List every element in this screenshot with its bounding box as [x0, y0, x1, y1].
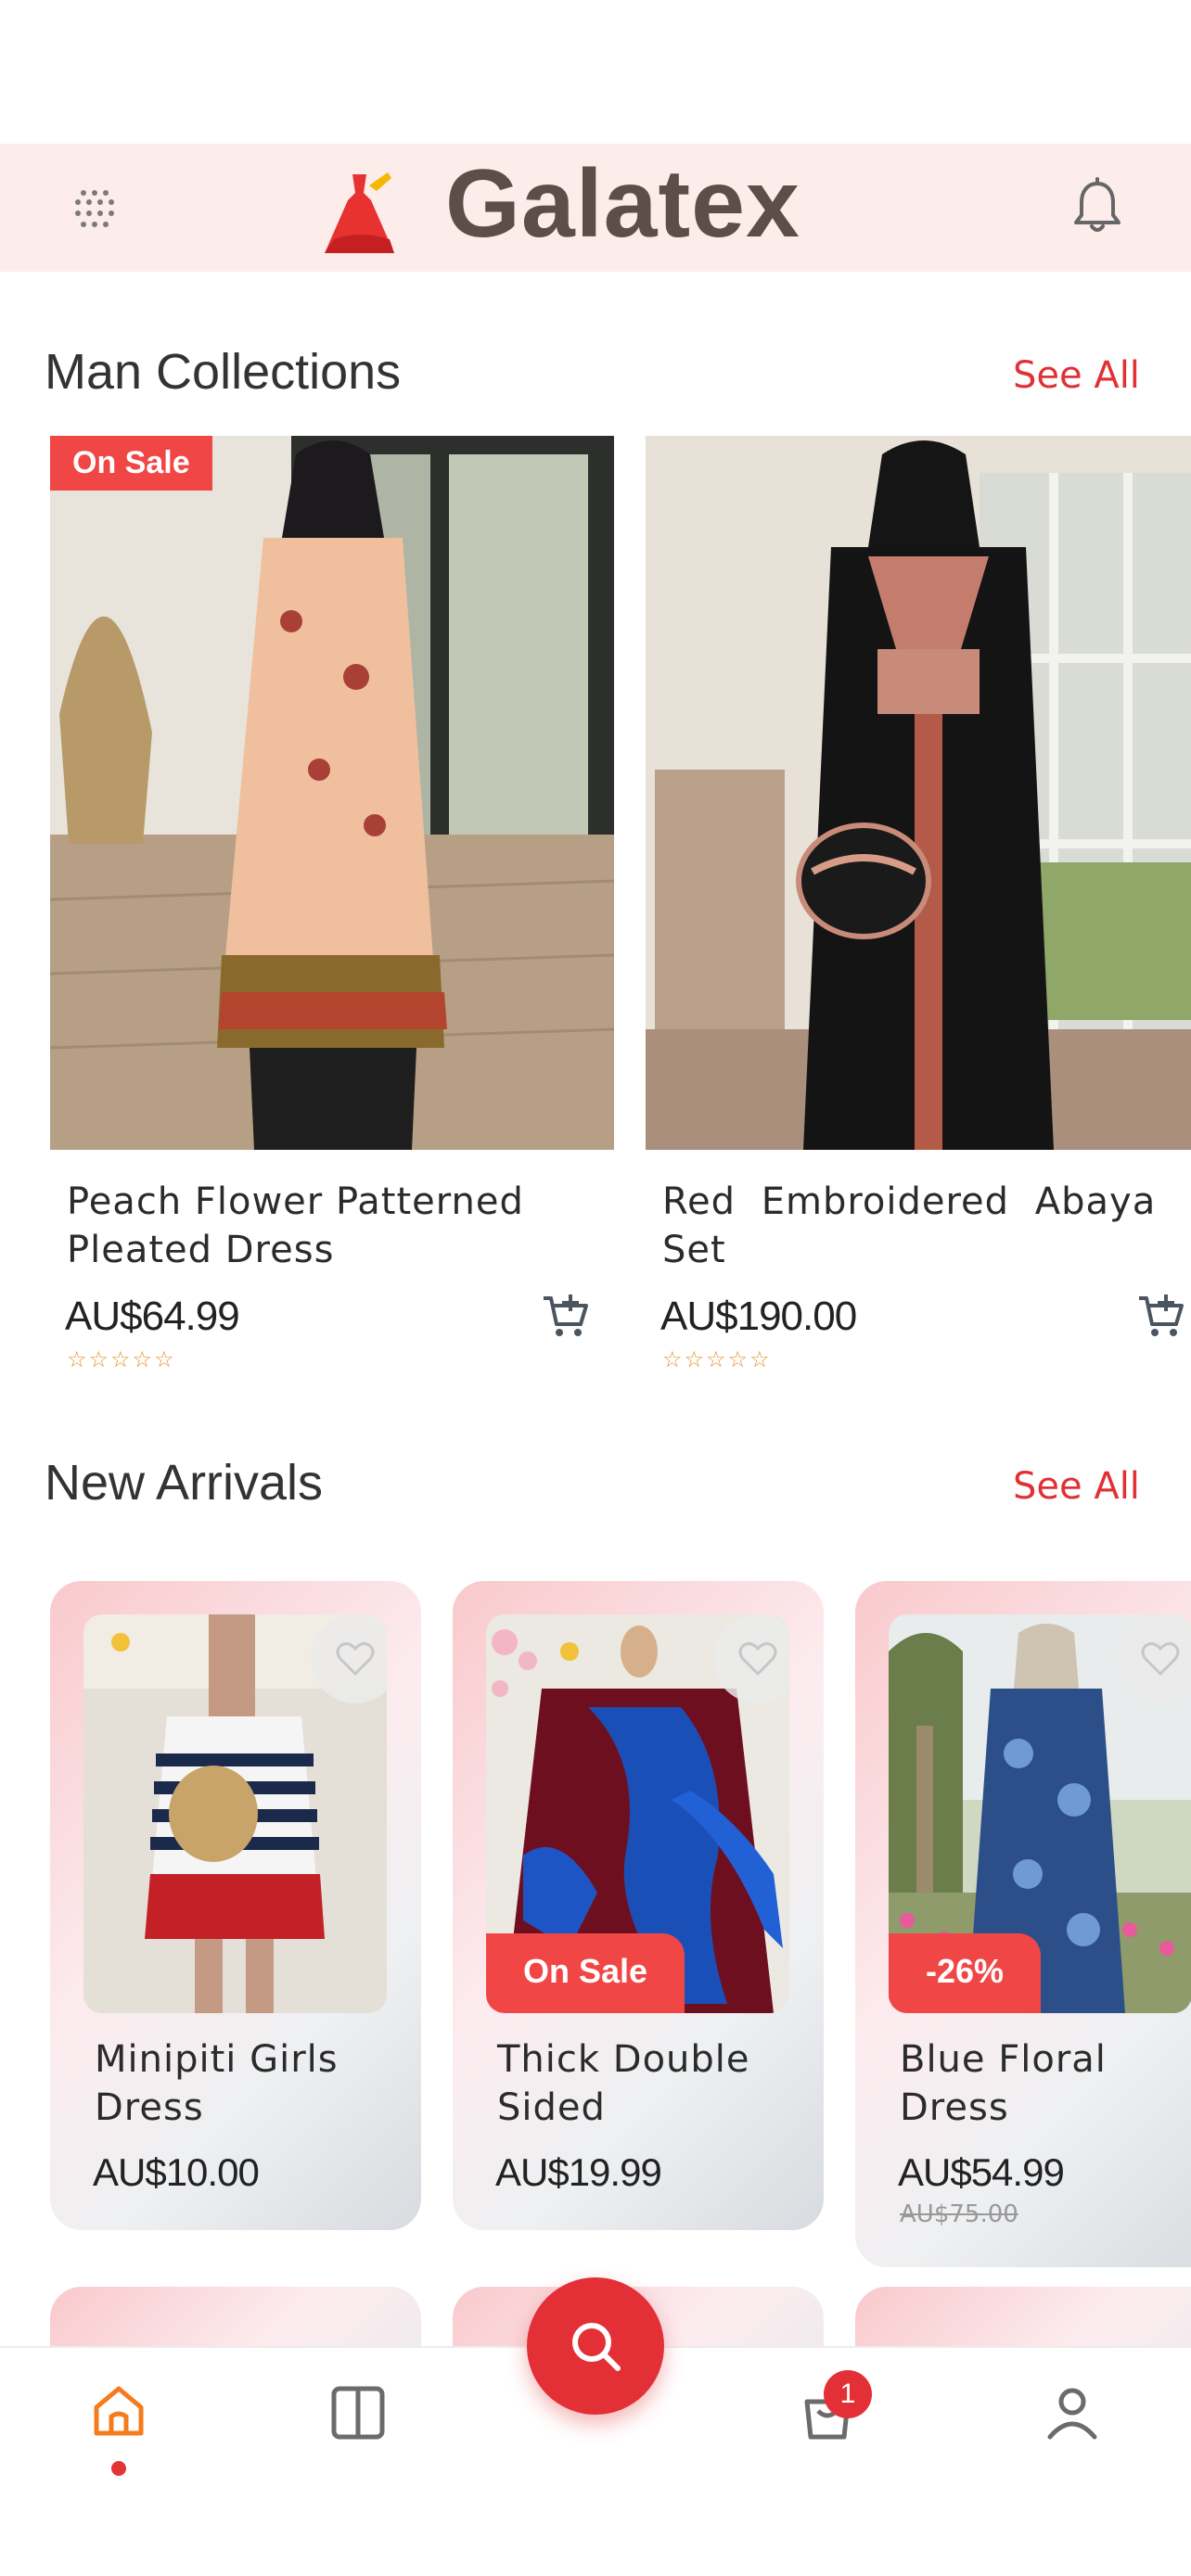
product-card[interactable]: On Sale [50, 436, 614, 1150]
heart-icon [738, 1642, 777, 1677]
profile-icon[interactable] [1043, 2383, 1102, 2442]
active-tab-indicator [111, 2461, 126, 2476]
product-name: Blue Floral Dress [900, 2038, 1107, 2129]
new-arrivals-title: New Arrivals [45, 1455, 324, 1511]
product-price: AU$64.99 [65, 1294, 240, 1339]
search-icon [572, 2323, 621, 2371]
rating-stars: ☆☆☆☆☆ [662, 1346, 772, 1372]
product-card[interactable]: On Sale Thick Double Sided AU$19.99 [453, 1581, 824, 2230]
product-image: On Sale [50, 436, 614, 1150]
notification-bell-icon[interactable] [1067, 176, 1128, 237]
product-old-price: AU$75.00 [900, 2200, 1018, 2228]
dress-logo-icon [325, 172, 394, 253]
cart-count-badge: 1 [824, 2370, 872, 2418]
menu-grid-icon[interactable] [67, 182, 122, 237]
product-name: Peach Flower Patterned Pleated Dress [67, 1180, 524, 1271]
catalog-icon[interactable] [328, 2383, 388, 2442]
heart-icon [1141, 1642, 1180, 1677]
product-image: On Sale [486, 1614, 789, 2013]
product-image [83, 1614, 387, 2013]
product-name: Thick Double Sided [497, 2038, 750, 2129]
product-card[interactable] [646, 436, 1191, 1150]
brand-title: Galatex [445, 150, 800, 258]
heart-icon [336, 1642, 375, 1677]
home-icon[interactable] [89, 2381, 148, 2441]
product-card[interactable]: Minipiti Girls Dress AU$10.00 [50, 1581, 421, 2230]
product-price: AU$190.00 [660, 1294, 857, 1339]
add-to-cart-icon[interactable] [1135, 1291, 1185, 1341]
product-name: Minipiti Girls Dress [95, 2038, 339, 2129]
rating-stars: ☆☆☆☆☆ [67, 1346, 176, 1372]
discount-badge: -26% [889, 1933, 1042, 2013]
product-name: Red Embroidered Abaya Set [662, 1180, 1157, 1271]
product-image [646, 436, 1191, 1150]
product-price: AU$54.99 [898, 2150, 1065, 2194]
man-collections-see-all-link[interactable]: See All [1013, 354, 1140, 397]
product-image: -26% [889, 1614, 1191, 2013]
on-sale-badge: On Sale [50, 436, 212, 491]
man-collections-title: Man Collections [45, 344, 402, 400]
search-button[interactable] [527, 2277, 664, 2415]
product-price: AU$10.00 [93, 2150, 260, 2194]
product-card[interactable]: -26% Blue Floral Dress AU$54.99 AU$75.00 [855, 1581, 1191, 2267]
on-sale-badge: On Sale [486, 1933, 685, 2013]
add-to-cart-icon[interactable] [540, 1291, 590, 1341]
product-price: AU$19.99 [495, 2150, 662, 2194]
new-arrivals-see-all-link[interactable]: See All [1013, 1465, 1140, 1508]
